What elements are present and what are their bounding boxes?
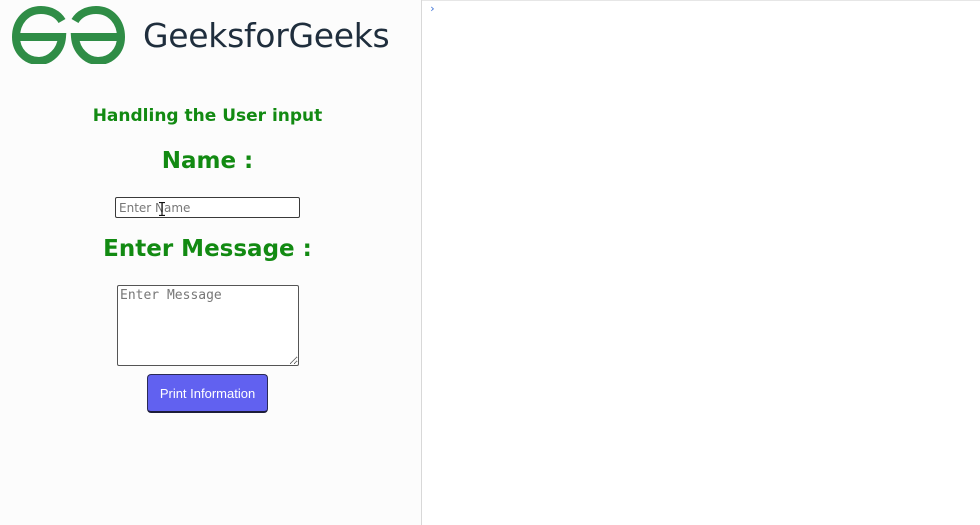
chevron-right-icon: › (429, 2, 436, 15)
preview-pane: GeeksforGeeks Handling the User input Na… (0, 0, 421, 525)
logo-text: GeeksforGeeks (143, 16, 390, 55)
console-top-border (422, 0, 980, 1)
site-logo[interactable]: GeeksforGeeks (12, 6, 390, 64)
print-information-button[interactable]: Print Information (147, 374, 268, 413)
app-root: GeeksforGeeks Handling the User input Na… (0, 0, 980, 525)
page-title: Handling the User input (92, 106, 323, 126)
name-input[interactable] (115, 197, 300, 218)
message-textarea[interactable] (117, 285, 299, 366)
name-label: Name : (161, 148, 254, 174)
message-label: Enter Message : (103, 236, 312, 262)
gfg-logo-icon (12, 6, 125, 64)
text-cursor-icon (159, 202, 165, 216)
console-pane[interactable]: › (422, 0, 980, 525)
